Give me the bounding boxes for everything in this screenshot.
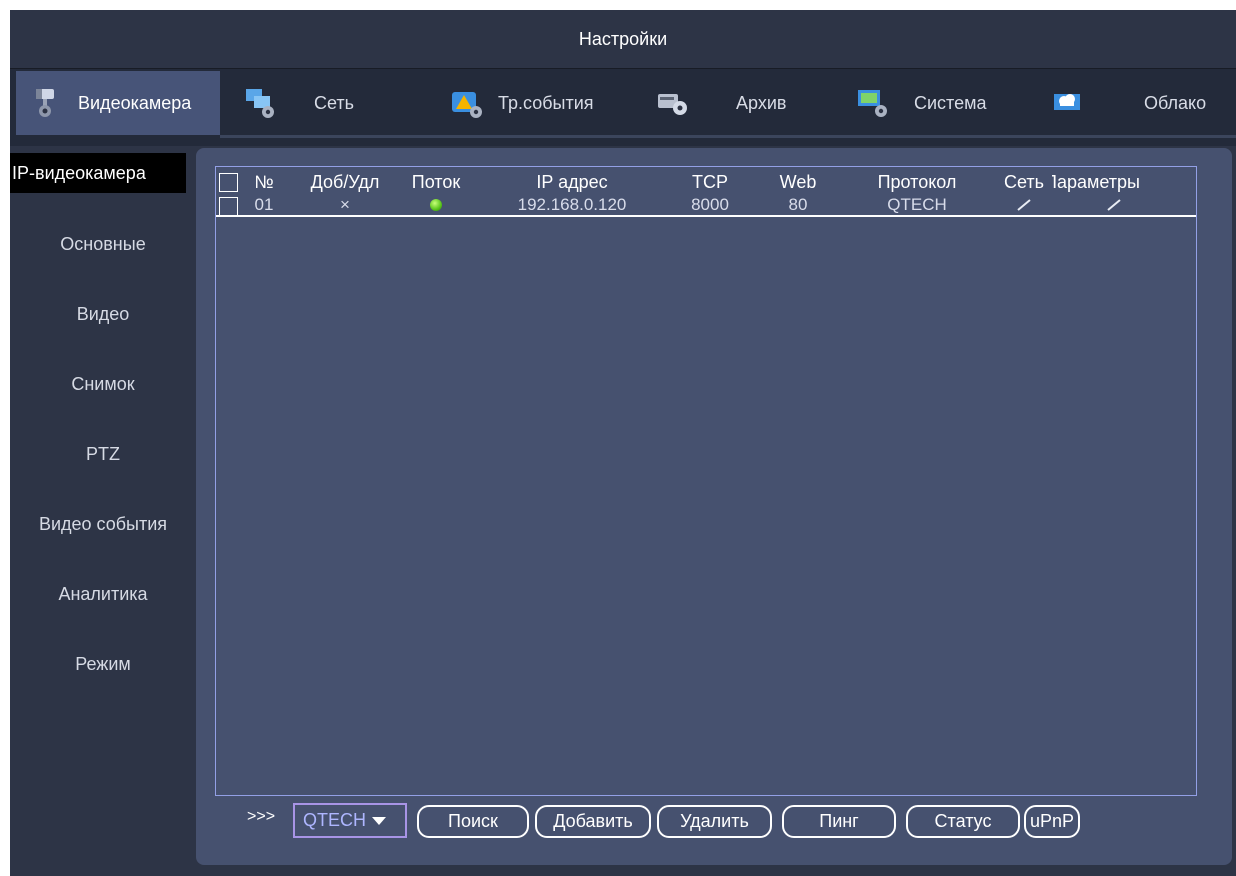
upnp-button[interactable]: uPnP (1024, 805, 1080, 838)
delete-button[interactable]: Удалить (657, 805, 772, 838)
protocol-select-value: QTECH (303, 810, 366, 830)
tab-events[interactable]: Тр.события (450, 71, 650, 135)
add-button[interactable]: Добавить (535, 805, 651, 838)
column-header-network: Сеть (1003, 171, 1045, 192)
column-header-ip: IP адрес (536, 171, 608, 192)
tab-archive-label: Архив (736, 92, 787, 113)
sidebar-item-ip-camera[interactable]: IP-видеокамера (10, 153, 186, 193)
column-header-stream: Поток (411, 171, 461, 192)
row-protocol: QTECH (887, 195, 947, 214)
column-header-params-text: Параметры (1052, 171, 1140, 192)
stream-online-icon (430, 199, 442, 211)
column-header-params: Параметры (1052, 170, 1176, 194)
tab-system[interactable]: Система (856, 71, 1042, 135)
sidebar-item-video[interactable]: Видео (10, 294, 196, 334)
network-icon (244, 86, 280, 120)
column-header-tcp: TCP (692, 171, 728, 192)
row-ip: 192.168.0.120 (517, 195, 627, 214)
sidebar-item-video-events[interactable]: Видео события (10, 504, 196, 544)
tab-bar-divider (220, 135, 1236, 138)
params-edit-icon[interactable] (1078, 195, 1150, 215)
window-title: Настройки (10, 10, 1236, 68)
camera-icon (30, 86, 66, 120)
protocol-select[interactable]: QTECH (293, 803, 407, 838)
main-tab-bar: Видеокамера Сеть Тр.события Архив Систем… (10, 68, 1236, 146)
tab-camera-label: Видеокамера (78, 92, 192, 113)
cloud-icon (1050, 86, 1086, 120)
tab-cloud-label: Облако (1144, 92, 1207, 113)
sidebar-item-general[interactable]: Основные (10, 224, 196, 264)
table-row[interactable]: 01 × 192.168.0.120 8000 80 QTECH (216, 195, 1196, 217)
expand-arrows[interactable]: >>> (247, 808, 275, 826)
pencil-icon (1017, 199, 1031, 211)
stream-status (400, 195, 472, 215)
chevron-down-icon (372, 816, 386, 825)
row-checkbox[interactable] (219, 197, 238, 216)
tab-archive[interactable]: Архив (656, 71, 842, 135)
table-header: № Доб/Удл Поток IP адрес TCP Web Протоко… (216, 170, 1196, 194)
network-edit-icon[interactable] (988, 195, 1060, 215)
sidebar-item-ptz[interactable]: PTZ (10, 434, 196, 474)
tab-network-label: Сеть (314, 92, 355, 113)
column-header-number: № (254, 171, 274, 192)
column-header-web: Web (779, 171, 817, 192)
status-button[interactable]: Статус (906, 805, 1020, 838)
tab-cloud[interactable]: Облако (1050, 71, 1236, 135)
alarm-events-icon (450, 86, 486, 120)
search-button[interactable]: Поиск (417, 805, 529, 838)
row-tcp: 8000 (691, 195, 729, 214)
column-header-add-remove: Доб/Удл (310, 171, 380, 192)
sidebar-item-mode[interactable]: Режим (10, 644, 196, 684)
storage-icon (656, 86, 692, 120)
tab-events-label: Тр.события (498, 92, 594, 113)
remove-device-icon[interactable]: × (290, 195, 400, 215)
select-all-checkbox[interactable] (219, 173, 238, 192)
row-number: 01 (254, 195, 274, 214)
pencil-icon (1107, 199, 1121, 211)
device-table: № Доб/Удл Поток IP адрес TCP Web Протоко… (215, 166, 1197, 796)
sidebar-item-analytics[interactable]: Аналитика (10, 574, 196, 614)
tab-network[interactable]: Сеть (244, 71, 430, 135)
column-header-protocol: Протокол (877, 171, 957, 192)
system-icon (856, 86, 892, 120)
tab-camera[interactable]: Видеокамера (16, 71, 220, 135)
row-web: 80 (788, 195, 808, 214)
sidebar-item-snapshot[interactable]: Снимок (10, 364, 196, 404)
tab-system-label: Система (914, 92, 987, 113)
settings-window: Настройки Видеокамера Сеть Тр.события Ар… (10, 10, 1236, 876)
ping-button[interactable]: Пинг (782, 805, 896, 838)
